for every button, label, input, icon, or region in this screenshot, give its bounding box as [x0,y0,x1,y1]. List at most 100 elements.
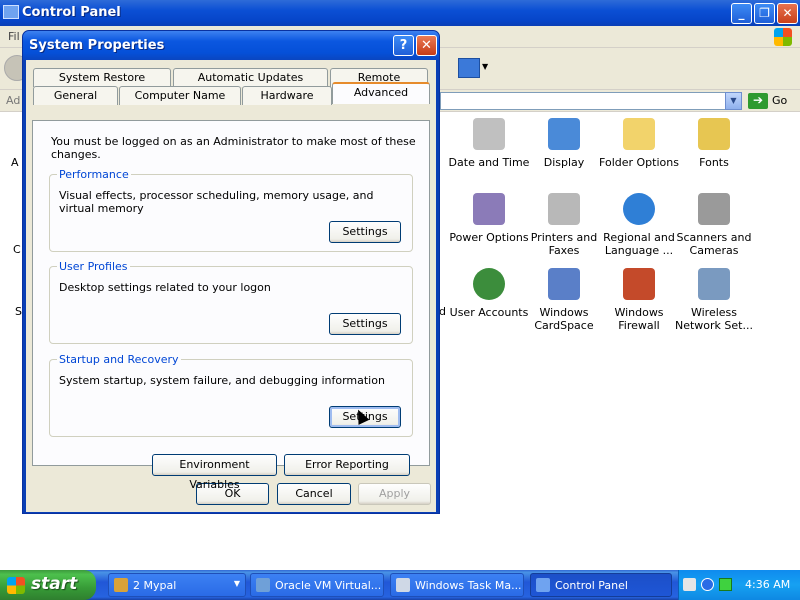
user-profiles-group: User Profiles Desktop settings related t… [49,260,413,344]
partial-item-label: d [439,305,446,318]
taskbar-item-label: 2 Mypal [133,579,177,592]
item-label: Folder Options [599,156,679,169]
taskbar-item-task-manager[interactable]: Windows Task Ma... [390,573,524,597]
group-description: System startup, system failure, and debu… [59,374,385,387]
start-button[interactable]: start [0,570,96,600]
mypal-icon [114,578,128,592]
address-dropdown-icon[interactable]: ▼ [725,92,742,110]
window-title: Control Panel [22,5,121,20]
task-manager-icon [396,578,410,592]
item-label: Date and Time [448,156,530,169]
go-arrow-icon[interactable]: ➔ [748,93,768,109]
chevron-down-icon: ▼ [233,579,240,588]
item-label: User Accounts [449,306,529,319]
go-button[interactable]: Go [772,94,787,107]
item-label: Windows CardSpace [534,306,594,332]
tray-expand-icon[interactable] [701,578,714,591]
error-reporting-button[interactable]: Error Reporting [284,454,410,476]
tab-advanced[interactable]: Advanced [332,82,430,104]
item-label: Power Options [449,231,529,244]
taskbar-item-virtualbox[interactable]: Oracle VM Virtual... [250,573,384,597]
taskbar-item-mypal[interactable]: 2 Mypal ▼ [108,573,246,597]
wireless-icon [698,268,730,300]
chevron-down-icon[interactable]: ▼ [482,62,488,71]
control-panel-icon [536,578,550,592]
group-title: Startup and Recovery [57,353,181,366]
menu-file[interactable]: Fil [8,30,20,43]
folder-options-icon [623,118,655,150]
tab-hardware[interactable]: Hardware [242,86,332,105]
taskbar-item-label: Control Panel [555,579,628,592]
keyboard-icon[interactable] [683,578,696,591]
clock[interactable]: 4:36 AM [745,578,790,591]
restore-button[interactable]: ❐ [754,3,775,24]
date-time-icon [473,118,505,150]
group-title: User Profiles [57,260,130,273]
advanced-tab-panel: You must be logged on as an Administrato… [32,120,430,491]
firewall-item[interactable]: Windows Firewall [598,268,680,332]
control-panel-titlebar[interactable]: Control Panel _ ❐ ✕ [0,0,800,26]
regional-item[interactable]: Regional and Language ... [598,193,680,257]
help-button[interactable]: ? [393,35,414,56]
windows-logo-icon [774,28,792,46]
control-panel-icon [3,5,19,19]
close-button[interactable]: ✕ [777,3,798,24]
system-tray: 4:36 AM [678,570,800,600]
item-label: Windows Firewall [614,306,664,332]
address-label: Ad [6,94,21,107]
firewall-icon [623,268,655,300]
taskbar-item-control-panel[interactable]: Control Panel [530,573,672,597]
cardspace-item[interactable]: Windows CardSpace [523,268,605,332]
date-time-item[interactable]: Date and Time [448,118,530,169]
dialog-title: System Properties [29,38,165,53]
item-label: Regional and Language ... [603,231,675,257]
user-accounts-item[interactable]: User Accounts [448,268,530,319]
tab-system-restore[interactable]: System Restore [33,68,171,87]
fonts-icon [698,118,730,150]
cardspace-icon [548,268,580,300]
power-options-item[interactable]: Power Options [448,193,530,244]
item-label: Wireless Network Set... [675,306,753,332]
printer-icon [548,193,580,225]
dialog-titlebar[interactable]: System Properties ? ✕ [23,31,439,60]
partial-item-label: S [15,305,22,318]
admin-note: You must be logged on as an Administrato… [51,135,416,161]
virtualbox-icon [256,578,270,592]
network-icon[interactable] [719,578,732,591]
taskbar-item-label: Oracle VM Virtual... [275,579,382,592]
dialog-body: System Restore Automatic Updates Remote … [26,60,436,512]
group-title: Performance [57,168,131,181]
fonts-item[interactable]: Fonts [673,118,755,169]
tab-automatic-updates[interactable]: Automatic Updates [173,68,328,87]
wireless-item[interactable]: Wireless Network Set... [673,268,755,332]
apply-button[interactable]: Apply [358,483,431,505]
item-label: Fonts [699,156,729,169]
scanner-icon [698,193,730,225]
globe-icon [623,193,655,225]
performance-group: Performance Visual effects, processor sc… [49,168,413,252]
group-description: Visual effects, processor scheduling, me… [59,189,374,215]
tab-general[interactable]: General [33,86,118,105]
tab-computer-name[interactable]: Computer Name [119,86,241,105]
display-item[interactable]: Display [523,118,605,169]
group-description: Desktop settings related to your logon [59,281,271,294]
startup-recovery-group: Startup and Recovery System startup, sys… [49,353,413,437]
scanners-item[interactable]: Scanners and Cameras [673,193,755,257]
address-input[interactable] [440,92,740,110]
environment-variables-button[interactable]: Environment Variables [152,454,277,491]
minimize-button[interactable]: _ [731,3,752,24]
user-accounts-icon [473,268,505,300]
display-icon [548,118,580,150]
partial-item-label: A [11,156,19,169]
performance-settings-button[interactable]: Settings [329,221,401,243]
windows-logo-icon [7,577,25,594]
item-label: Scanners and Cameras [676,231,752,257]
dialog-close-button[interactable]: ✕ [416,35,437,56]
item-label: Printers and Faxes [530,231,598,257]
printers-item[interactable]: Printers and Faxes [523,193,605,257]
power-options-icon [473,193,505,225]
cancel-button[interactable]: Cancel [277,483,351,505]
views-icon[interactable] [458,58,480,78]
user-profiles-settings-button[interactable]: Settings [329,313,401,335]
folder-options-item[interactable]: Folder Options [598,118,680,169]
